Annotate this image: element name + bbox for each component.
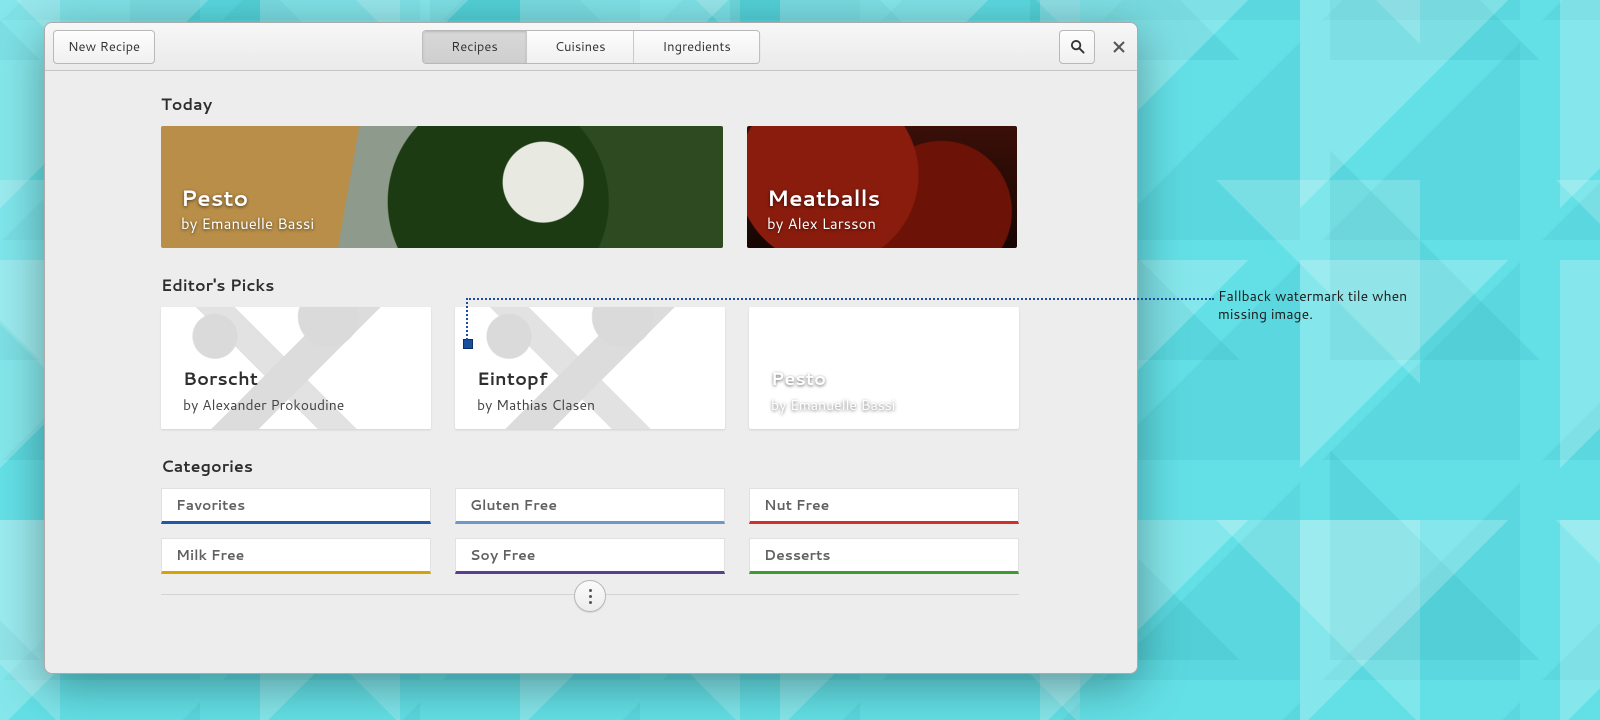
card-title: Meatballs (767, 187, 997, 211)
annotation-marker (463, 339, 473, 349)
annotation-text: Fallback watermark tile when missing ima… (1218, 288, 1438, 323)
tab-recipes[interactable]: Recipes (423, 31, 527, 63)
card-author: by Mathias Clasen (477, 395, 703, 415)
tab-label: Ingredients (663, 38, 731, 56)
more-vertical-icon (589, 589, 592, 604)
category-milk-free[interactable]: Milk Free (161, 538, 431, 574)
section-title-editors-picks: Editor's Picks (161, 274, 1113, 297)
tab-label: Recipes (451, 38, 498, 56)
pick-card-pesto[interactable]: Pesto by Emanuelle Bassi (749, 307, 1019, 429)
annotation-connector (466, 298, 1214, 300)
section-title-categories: Categories (161, 455, 1113, 478)
tab-cuisines[interactable]: Cuisines (527, 31, 635, 63)
pick-card-eintopf[interactable]: Eintopf by Mathias Clasen (455, 307, 725, 429)
new-recipe-button[interactable]: New Recipe (53, 30, 155, 64)
category-gluten-free[interactable]: Gluten Free (455, 488, 725, 524)
close-icon (1113, 41, 1125, 53)
annotation-connector (466, 298, 468, 340)
category-nut-free[interactable]: Nut Free (749, 488, 1019, 524)
show-more-button[interactable] (574, 580, 606, 612)
footer-divider (161, 594, 1019, 635)
view-switcher: Recipes Cuisines Ingredients (422, 30, 760, 64)
card-author: by Alex Larsson (767, 213, 997, 234)
section-title-today: Today (161, 93, 1113, 116)
main-content: Today Pesto by Emanuelle Bassi Meatballs… (45, 71, 1137, 673)
close-button[interactable] (1109, 37, 1129, 57)
card-title: Pesto (181, 187, 703, 211)
new-recipe-label: New Recipe (68, 38, 140, 56)
pick-card-borscht[interactable]: Borscht by Alexander Prokoudine (161, 307, 431, 429)
editors-picks-row: Borscht by Alexander Prokoudine Eintopf … (161, 307, 1113, 429)
category-desserts[interactable]: Desserts (749, 538, 1019, 574)
recipes-window: New Recipe Recipes Cuisines Ingredients (44, 22, 1138, 674)
card-title: Pesto (771, 365, 997, 391)
tab-ingredients[interactable]: Ingredients (635, 31, 759, 63)
card-author: by Emanuelle Bassi (181, 213, 703, 234)
card-title: Eintopf (477, 365, 703, 391)
card-author: by Emanuelle Bassi (771, 395, 997, 415)
tab-label: Cuisines (555, 38, 606, 56)
today-row: Pesto by Emanuelle Bassi Meatballs by Al… (161, 126, 1113, 248)
card-author: by Alexander Prokoudine (183, 395, 409, 415)
search-button[interactable] (1059, 30, 1095, 64)
categories-row-2: Milk Free Soy Free Desserts (161, 538, 1113, 574)
today-card-meatballs[interactable]: Meatballs by Alex Larsson (747, 126, 1017, 248)
search-icon (1070, 39, 1085, 54)
card-title: Borscht (183, 365, 409, 391)
category-soy-free[interactable]: Soy Free (455, 538, 725, 574)
header-bar: New Recipe Recipes Cuisines Ingredients (45, 23, 1137, 71)
categories-row-1: Favorites Gluten Free Nut Free (161, 488, 1113, 524)
category-favorites[interactable]: Favorites (161, 488, 431, 524)
today-card-pesto[interactable]: Pesto by Emanuelle Bassi (161, 126, 723, 248)
